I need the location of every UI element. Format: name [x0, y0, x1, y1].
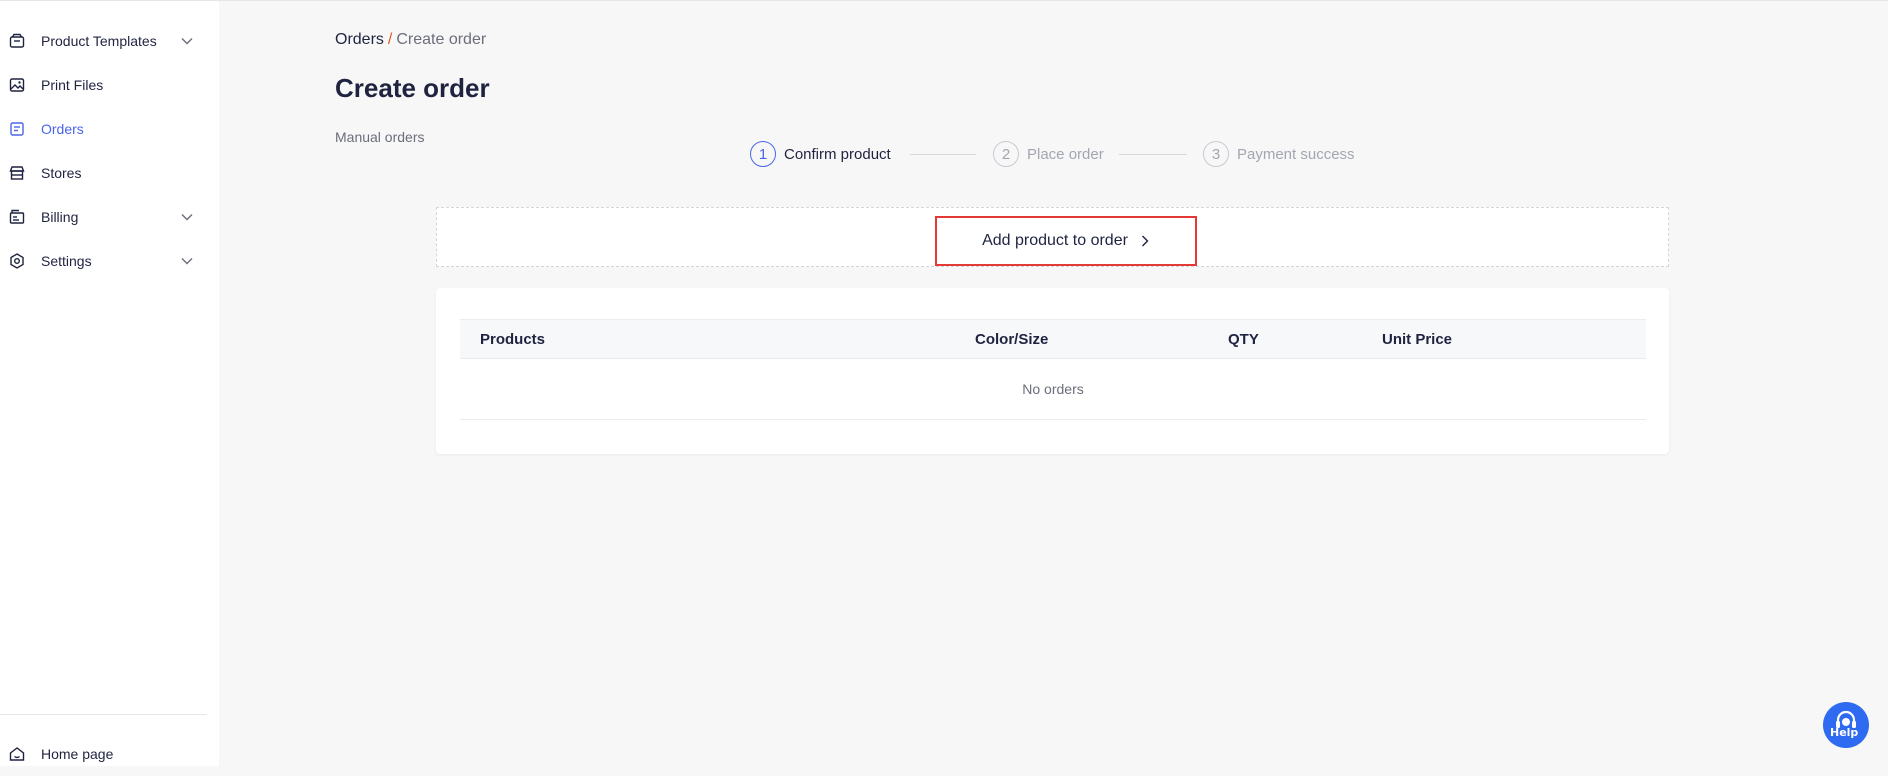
box-icon [9, 33, 25, 48]
sidebar-item-billing[interactable]: Billing [0, 195, 219, 239]
breadcrumb-separator: / [387, 31, 393, 48]
billing-icon [9, 209, 25, 224]
chevron-right-icon [1141, 235, 1149, 247]
page-subtitle: Manual orders [335, 129, 425, 145]
step-label: Place order [1027, 145, 1104, 163]
settings-icon [10, 253, 24, 269]
step-number: 1 [750, 141, 776, 167]
sidebar-item-stores[interactable]: Stores [0, 151, 219, 195]
sidebar: Product Templates Print Files Orders Sto… [0, 1, 219, 766]
step-number: 3 [1203, 141, 1229, 167]
help-button[interactable]: Help [1823, 702, 1869, 748]
step-connector [1119, 154, 1187, 155]
breadcrumb-orders-link[interactable]: Orders [335, 31, 384, 48]
sidebar-item-settings[interactable]: Settings [0, 239, 219, 283]
sidebar-item-label: Stores [41, 165, 82, 181]
step-payment-success: 3 Payment success [1203, 140, 1355, 168]
step-label: Confirm product [784, 145, 891, 163]
sidebar-divider [0, 714, 207, 715]
sidebar-item-product-templates[interactable]: Product Templates [0, 19, 219, 63]
sidebar-item-label: Settings [41, 253, 92, 269]
step-confirm-product: 1 Confirm product [750, 140, 891, 168]
orders-icon [10, 122, 24, 136]
image-icon [9, 78, 25, 92]
page-title: Create order [335, 73, 490, 103]
sidebar-item-orders[interactable]: Orders [0, 107, 219, 151]
help-label: Help [1830, 726, 1859, 739]
step-connector [910, 154, 976, 155]
step-place-order: 2 Place order [993, 140, 1104, 168]
top-border [0, 0, 1888, 1]
empty-table-message: No orders [1022, 381, 1084, 397]
column-header-unit-price: Unit Price [1382, 331, 1453, 348]
breadcrumb: Orders / Create order [335, 31, 486, 49]
sidebar-item-label: Product Templates [41, 33, 157, 49]
order-items-card [436, 288, 1669, 454]
sidebar-item-label: Print Files [41, 77, 104, 93]
step-number: 2 [993, 141, 1019, 167]
sidebar-item-label: Orders [41, 121, 84, 137]
sidebar-footer-label: Home page [41, 746, 114, 762]
add-product-label: Add product to order [982, 232, 1128, 249]
home-icon [9, 747, 25, 761]
chevron-down-icon [181, 38, 193, 45]
sidebar-item-print-files[interactable]: Print Files [0, 63, 219, 107]
store-icon [9, 166, 25, 180]
add-product-button[interactable]: Add product to order [935, 216, 1197, 266]
breadcrumb-current: Create order [396, 31, 487, 48]
table-bottom-border [460, 419, 1646, 420]
column-header-products: Products [480, 331, 546, 348]
table-header [460, 319, 1646, 359]
sidebar-item-home-page[interactable]: Home page [0, 732, 219, 776]
column-header-color-size: Color/Size [975, 331, 1049, 348]
chevron-down-icon [181, 258, 193, 265]
chevron-down-icon [181, 214, 193, 221]
column-header-qty: QTY [1228, 331, 1259, 348]
step-label: Payment success [1237, 145, 1355, 163]
sidebar-item-label: Billing [41, 209, 79, 225]
